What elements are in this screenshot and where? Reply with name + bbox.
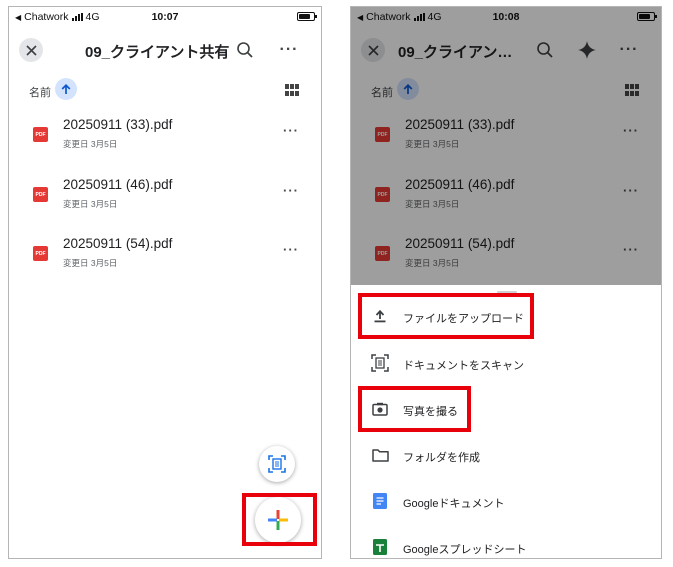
menu-item-google-sheets[interactable]: Googleスプレッドシート [351,530,661,558]
status-bar: ◀ Chatwork 4G 10:07 [9,7,321,25]
sort-label[interactable]: 名前 [29,84,51,100]
plus-icon [268,510,288,530]
file-row[interactable]: PDF 20250911 (33).pdf 変更日 3月5日 ··· [9,115,321,165]
file-name: 20250911 (54).pdf [63,236,173,251]
menu-label: フォルダを作成 [403,452,480,464]
menu-label: ファイルをアップロード [403,313,524,325]
menu-label: ドキュメントをスキャン [403,360,524,372]
menu-item-upload-file[interactable]: ファイルをアップロード [351,299,661,335]
menu-item-scan-document[interactable]: ドキュメントをスキャン [351,346,661,382]
google-sheets-icon [371,538,389,556]
pdf-icon: PDF [33,187,48,202]
menu-item-take-photo[interactable]: 写真を撮る [351,392,661,428]
sheet-drag-handle[interactable] [497,291,517,294]
file-name: 20250911 (46).pdf [63,177,173,192]
file-row[interactable]: PDF 20250911 (46).pdf 変更日 3月5日 ··· [9,175,321,225]
create-new-sheet: ファイルをアップロード ドキュメントをスキャン 写真を撮る フォルダを作成 Go… [351,285,661,558]
camera-icon [371,400,389,418]
pdf-icon: PDF [33,127,48,142]
close-button[interactable] [19,38,43,62]
upload-icon [371,307,389,325]
menu-label: Googleスプレッドシート [403,544,527,556]
scan-fab-button[interactable] [259,446,295,482]
grid-view-icon[interactable] [285,84,299,96]
more-options-button[interactable]: ··· [277,38,301,62]
arrow-up-icon [61,83,71,94]
close-icon [25,44,37,56]
battery-icon [297,12,317,21]
search-icon [237,42,253,58]
file-modified: 変更日 3月5日 [63,139,118,149]
scan-document-icon [371,354,389,372]
top-app-bar: 09_クライアント共有 ··· [9,29,321,69]
new-fab-button[interactable] [255,497,301,543]
menu-label: 写真を撮る [403,406,458,418]
menu-item-google-docs[interactable]: Googleドキュメント [351,484,661,520]
file-name: 20250911 (33).pdf [63,117,173,132]
file-more-button[interactable]: ··· [283,123,299,138]
google-docs-icon [371,492,389,510]
scan-document-icon [268,455,286,473]
folder-title: 09_クライアント共有 [85,44,230,61]
file-more-button[interactable]: ··· [283,242,299,257]
more-icon: ··· [283,183,299,198]
folder-icon [371,446,389,464]
file-row[interactable]: PDF 20250911 (54).pdf 変更日 3月5日 ··· [9,234,321,284]
more-icon: ··· [283,242,299,257]
status-time: 10:07 [151,11,179,23]
more-icon: ··· [283,123,299,138]
modal-scrim[interactable] [351,7,661,285]
more-icon: ··· [279,41,299,58]
file-more-button[interactable]: ··· [283,183,299,198]
file-modified: 変更日 3月5日 [63,258,118,268]
left-screen: ◀ Chatwork 4G 10:07 09_クライアント共有 ··· 名前 P… [8,6,322,559]
right-screen: ◀ Chatwork 4G 10:08 09_クライアン… ··· 名前 PDF… [350,6,662,559]
menu-item-create-folder[interactable]: フォルダを作成 [351,438,661,474]
pdf-icon: PDF [33,246,48,261]
menu-label: Googleドキュメント [403,498,505,510]
sort-direction-button[interactable] [55,78,77,100]
sort-bar: 名前 [9,75,321,105]
search-button[interactable] [233,38,257,62]
file-modified: 変更日 3月5日 [63,199,118,209]
